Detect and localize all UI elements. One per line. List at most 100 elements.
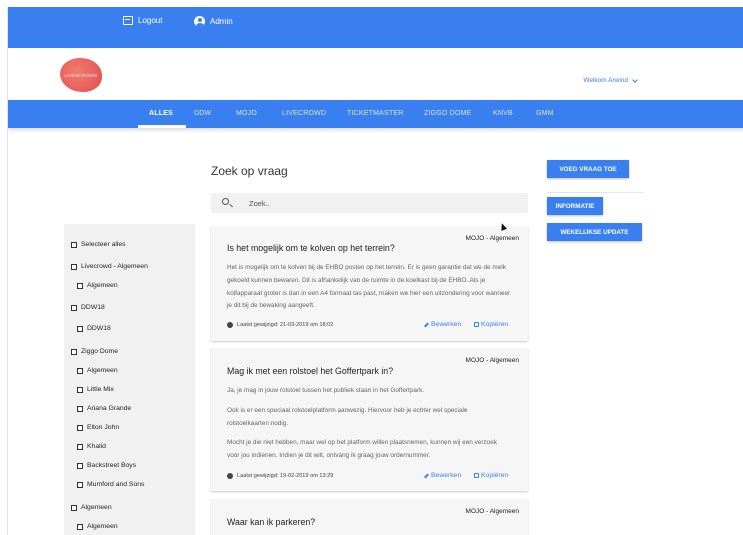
- filter-item[interactable]: Little Mix: [77, 386, 114, 393]
- filter-item[interactable]: Backstreet Boys: [77, 462, 136, 469]
- clock-icon: [227, 322, 233, 328]
- card-answer: Ook is er een speciaal rolstoelplatform …: [227, 407, 468, 427]
- filter-label: Algemeen: [81, 504, 112, 511]
- filter-item[interactable]: Mumford and Sons: [77, 481, 144, 488]
- checkbox[interactable]: [77, 462, 83, 469]
- copy-label: Kopiëren: [481, 321, 509, 328]
- user-icon: [194, 16, 205, 27]
- filter-item[interactable]: Khalid: [77, 443, 106, 450]
- filter-label: Ziggo Dome: [81, 348, 119, 355]
- card-question: Waar kan ik parkeren?: [227, 517, 316, 527]
- pencil-icon: [424, 473, 429, 478]
- add-question-button[interactable]: VOEG VRAAG TOE: [547, 160, 629, 178]
- chevron-down-icon: [632, 76, 638, 83]
- card-updated: Laatst gewijzigd: 21-03-2019 om 18:02: [237, 322, 334, 328]
- checkbox[interactable]: [71, 504, 77, 511]
- filter-item[interactable]: Algemeen: [77, 523, 118, 530]
- weekly-update-button[interactable]: WEKELIJKSE UPDATE: [547, 223, 642, 241]
- card-meta: Laatst gewijzigd: 21-03-2019 om 18:02: [227, 322, 333, 328]
- brand-bar: LIVE●CROWD Welkom Arwind: [8, 48, 743, 100]
- search-input[interactable]: [249, 196, 509, 210]
- filter-label: Elton John: [87, 424, 120, 431]
- search-icon: [222, 198, 229, 205]
- admin-label: Admin: [210, 17, 233, 26]
- edit-label: Bewerken: [431, 321, 462, 328]
- livecrowd-logo[interactable]: LIVE●CROWD: [60, 58, 102, 92]
- user-menu[interactable]: Welkom Arwind: [583, 76, 638, 84]
- checkbox[interactable]: [77, 443, 83, 450]
- filter-label: Little Mix: [87, 386, 114, 393]
- question-card: MOJO - Algemeen Is het mogelijk om te ko…: [211, 226, 528, 341]
- tab-livecrowd[interactable]: LIVECROWD: [282, 110, 326, 117]
- tab-mojo[interactable]: MOJO: [236, 110, 257, 117]
- logout-link[interactable]: Logout: [123, 16, 162, 25]
- checkbox[interactable]: [77, 481, 83, 488]
- checkbox[interactable]: [71, 348, 77, 355]
- checkbox[interactable]: [77, 523, 83, 530]
- copy-icon: [474, 322, 479, 327]
- filter-label: Mumford and Sons: [87, 481, 145, 488]
- copy-button[interactable]: Kopiëren: [474, 472, 508, 479]
- filter-select-all[interactable]: Selecteer alles: [71, 241, 126, 248]
- filter-panel: Selecteer alles Livecrowd - Algemeen Alg…: [64, 224, 195, 535]
- app-frame: Logout Admin LIVE●CROWD Welkom Arwind AL…: [7, 7, 743, 535]
- pencil-icon: [424, 322, 429, 327]
- category-nav: ALLES DDW MOJO LIVECROWD TICKETMASTER ZI…: [8, 100, 743, 128]
- filter-label: Algemeen: [87, 367, 118, 374]
- card-answer: Het is mogelijk om te kolven bij de EHBO…: [227, 264, 511, 310]
- card-category: MOJO - Algemeen: [465, 235, 519, 242]
- information-button[interactable]: INFORMATIE: [547, 197, 603, 215]
- edit-button[interactable]: Bewerken: [424, 321, 461, 328]
- checkbox[interactable]: [71, 304, 77, 311]
- tab-ziggo-dome[interactable]: ZIGGO DOME: [424, 110, 472, 117]
- card-meta: Laatst gewijzigd: 19-02-2019 om 13:29: [227, 473, 333, 479]
- page-title: Zoek op vraag: [211, 164, 288, 178]
- checkbox[interactable]: [77, 424, 83, 431]
- filter-group-ddw18[interactable]: DDW18: [71, 304, 105, 311]
- filter-label: Livecrowd - Algemeen: [81, 263, 148, 270]
- filter-label: Algemeen: [87, 523, 118, 530]
- filter-item[interactable]: Elton John: [77, 424, 119, 431]
- top-bar: Logout Admin: [8, 7, 743, 48]
- edit-label: Bewerken: [431, 472, 462, 479]
- logo-text: LIVE●CROWD: [64, 72, 98, 78]
- tab-gmm[interactable]: GMM: [536, 110, 554, 117]
- filter-item[interactable]: Algemeen: [77, 282, 118, 289]
- tab-alles[interactable]: ALLES: [149, 110, 173, 117]
- active-tab-indicator: [138, 125, 186, 128]
- question-card: MOJO - Algemeen Waar kan ik parkeren?: [211, 499, 528, 535]
- filter-group-algemeen[interactable]: Algemeen: [71, 504, 112, 511]
- filter-label: DDW18: [87, 325, 111, 332]
- logout-icon: [123, 16, 133, 25]
- filter-item[interactable]: Algemeen: [77, 367, 118, 374]
- copy-icon: [474, 473, 479, 478]
- tab-knvb[interactable]: KNVB: [493, 110, 513, 117]
- filter-label: Khalid: [87, 443, 106, 450]
- filter-group-ziggo[interactable]: Ziggo Dome: [71, 348, 118, 355]
- filter-item[interactable]: Ariana Grande: [77, 405, 131, 412]
- card-answer: Ja, je mag in jouw rolstoel tussen het p…: [227, 387, 425, 394]
- card-question: Is het mogelijk om te kolven op het terr…: [227, 243, 395, 253]
- checkbox[interactable]: [77, 325, 83, 332]
- edit-button[interactable]: Bewerken: [424, 472, 461, 479]
- logout-label: Logout: [138, 16, 163, 25]
- checkbox[interactable]: [71, 241, 77, 248]
- filter-label: Algemeen: [87, 282, 118, 289]
- checkbox[interactable]: [77, 282, 83, 289]
- checkbox[interactable]: [71, 263, 77, 270]
- checkbox[interactable]: [77, 386, 83, 393]
- card-category: MOJO - Algemeen: [465, 357, 519, 364]
- filter-group-livecrowd[interactable]: Livecrowd - Algemeen: [71, 263, 148, 270]
- tab-ticketmaster[interactable]: TICKETMASTER: [347, 110, 403, 117]
- card-answer: Mocht je die niet hebben, maar wel op he…: [227, 439, 497, 459]
- copy-button[interactable]: Kopiëren: [474, 321, 508, 328]
- filter-item[interactable]: DDW18: [77, 325, 111, 332]
- copy-label: Kopiëren: [481, 472, 509, 479]
- search-bar[interactable]: [211, 193, 528, 213]
- checkbox[interactable]: [77, 405, 83, 412]
- checkbox[interactable]: [77, 367, 83, 374]
- welcome-text: Welkom Arwind: [583, 77, 628, 84]
- admin-link[interactable]: Admin: [194, 16, 233, 27]
- tab-ddw[interactable]: DDW: [194, 110, 211, 117]
- card-updated: Laatst gewijzigd: 19-02-2019 om 13:29: [237, 473, 334, 479]
